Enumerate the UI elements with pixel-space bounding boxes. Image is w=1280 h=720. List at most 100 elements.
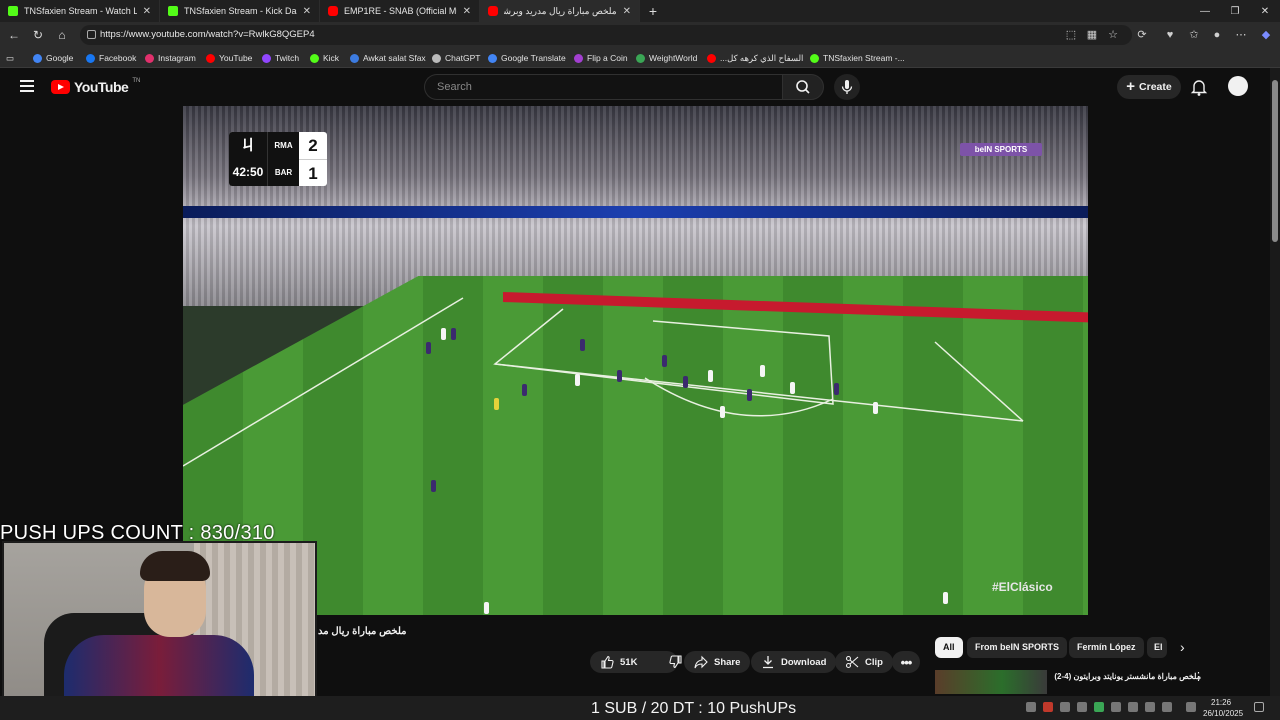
extensions-icon[interactable]: ⟳ [1135,28,1149,42]
away-score: 1 [299,159,327,186]
copilot-icon[interactable]: ◆ [1259,28,1273,42]
voice-search-button[interactable] [834,74,860,100]
clip-button[interactable]: Clip [835,651,893,673]
favorite-star-icon[interactable]: ☆ [1106,28,1120,42]
profile-icon[interactable]: ● [1210,28,1224,42]
bookmark-kick[interactable]: Kick [310,52,339,64]
create-button[interactable]: + Create [1117,75,1181,99]
account-avatar[interactable] [1228,76,1248,96]
menu-icon[interactable] [20,80,34,92]
browser-tab[interactable]: EMP1RE - SNAB (Official Music V ✕ [320,0,480,22]
plus-icon: + [1126,78,1136,95]
close-tab-icon[interactable]: ✕ [623,6,631,17]
webcam-overlay [2,541,317,720]
minimize-icon[interactable]: — [1190,0,1220,22]
back-icon[interactable]: ← [7,28,21,42]
bookmark-twitch[interactable]: Twitch [262,52,299,64]
browser-essentials-icon[interactable]: ♥ [1163,28,1177,42]
reading-view-icon[interactable]: ▭ [6,52,14,64]
url-text: https://www.youtube.com/watch?v=RwlkG8QG… [100,29,315,40]
related-thumbnail[interactable] [935,670,1047,694]
more-actions-button[interactable]: ••• [892,651,920,673]
tray-app-icon[interactable] [1128,702,1138,712]
player-marker [484,602,489,614]
favorites-icon[interactable]: ✩ [1187,28,1201,42]
bookmark-awkat-salat[interactable]: Awkat salat Sfax [350,52,426,64]
bookmark-flip-coin[interactable]: Flip a Coin [574,52,628,64]
like-button[interactable]: 51K [590,651,647,673]
share-button[interactable]: Share [684,651,751,673]
search-input[interactable]: Search [424,74,782,100]
bookmark-facebook[interactable]: Facebook [86,52,136,64]
notification-center-icon[interactable] [1254,702,1264,712]
mic-icon [841,80,853,94]
thumbs-up-icon [601,655,614,669]
streamer-hair [140,551,210,581]
chevron-right-icon[interactable]: › [1180,639,1185,655]
player-marker [720,406,725,418]
tray-app-icon[interactable] [1111,702,1121,712]
bookmark-arabic-video[interactable]: السفاح الذي كرهه كل... [707,52,803,64]
tray-app-icon[interactable] [1094,702,1104,712]
player-marker [760,365,765,377]
site-info-icon[interactable] [87,30,96,39]
home-team: RMA [267,132,299,159]
taskbar-time[interactable]: 21:26 [1211,698,1231,707]
app-available-icon[interactable]: ▦ [1085,28,1099,42]
chip-fermin-lopez[interactable]: Fermín López [1069,637,1144,658]
video-player[interactable]: ㄐ 42:50 RMA BAR 2 1 beIN SPORTS #ElClási… [183,106,1088,615]
close-window-icon[interactable]: ✕ [1250,0,1280,22]
close-tab-icon[interactable]: ✕ [463,6,471,17]
bookmark-weightworld[interactable]: WeightWorld [636,52,697,64]
player-marker [494,398,499,410]
download-button[interactable]: Download [751,651,837,673]
search-button[interactable] [782,74,824,100]
bell-icon [1190,80,1208,96]
chip-from-bein-sports[interactable]: From beIN SPORTS [967,637,1068,658]
browser-tab-active[interactable]: ملخص مباراة ريال مدريد وبرشلونة ✕ [480,0,640,22]
volume-icon[interactable] [1186,702,1196,712]
search-icon [796,80,810,94]
player-marker [708,370,713,382]
notifications-button[interactable] [1189,77,1209,97]
player-marker [662,355,667,367]
chip-all[interactable]: All [935,637,963,658]
tray-app-icon[interactable] [1026,702,1036,712]
browser-tab[interactable]: TNSfaxien Stream - Watch Live on ✕ [0,0,160,22]
tray-app-icon[interactable] [1077,702,1087,712]
close-tab-icon[interactable]: ✕ [143,6,151,17]
related-video[interactable]: ملخص مباراة مانشستر يونايتد وبرايتون (4-… [935,670,1205,694]
new-tab-button[interactable]: + [640,0,666,22]
chatgpt-icon [432,53,441,63]
browser-tab-bar: TNSfaxien Stream - Watch Live on ✕ TNSfa… [0,0,1280,22]
translate-icon[interactable]: ⬚ [1064,28,1078,42]
tray-app-icon[interactable] [1145,702,1155,712]
more-menu-icon[interactable]: ⋯ [1234,28,1248,42]
bookmark-youtube[interactable]: YouTube [206,52,252,64]
google-icon [33,53,42,63]
wifi-icon[interactable] [1162,702,1172,712]
player-marker [747,389,752,401]
taskbar-date[interactable]: 26/10/2025 [1203,709,1243,718]
scrollbar-thumb[interactable] [1272,80,1278,242]
tab-label: ملخص مباراة ريال مدريد وبرشلونة [504,5,617,16]
player-marker [790,382,795,394]
youtube-logo[interactable]: YouTube TN [51,78,140,95]
bookmark-chatgpt[interactable]: ChatGPT [432,52,480,64]
chip-el-clasico[interactable]: El [1147,637,1167,658]
tray-record-icon[interactable] [1043,702,1053,712]
browser-tab[interactable]: TNSfaxien Stream - Kick Dashboard ✕ [160,0,320,22]
url-field[interactable]: https://www.youtube.com/watch?v=RwlkG8QG… [80,25,1132,45]
bookmark-google-translate[interactable]: Google Translate [488,52,566,64]
bookmark-tnsfaxien[interactable]: TNSfaxien Stream -... [810,52,905,64]
refresh-icon[interactable]: ↻ [31,28,45,42]
bookmark-instagram[interactable]: Instagram [145,52,196,64]
tray-app-icon[interactable] [1060,702,1070,712]
close-tab-icon[interactable]: ✕ [303,6,311,17]
bookmark-google[interactable]: Google [33,52,73,64]
broadcaster-logo: beIN SPORTS [960,143,1042,156]
maximize-icon[interactable]: ❐ [1220,0,1250,22]
more-vert-icon[interactable]: ⋮ [1193,670,1204,683]
home-icon[interactable]: ⌂ [55,28,69,42]
player-marker [522,384,527,396]
